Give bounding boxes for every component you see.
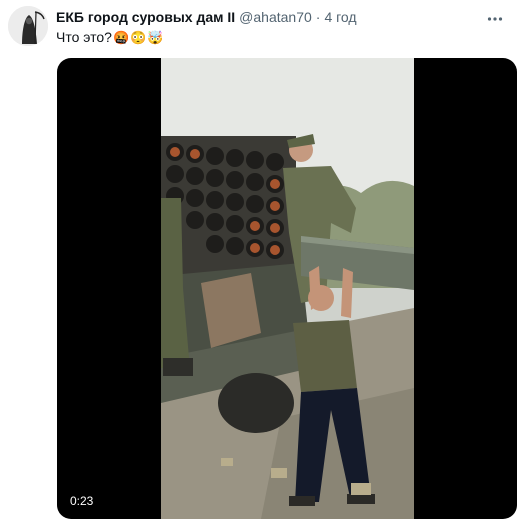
display-name[interactable]: ЕКБ город суровых дам II [56, 9, 235, 25]
emoji-angry: 🤬 [112, 29, 130, 45]
avatar[interactable] [8, 6, 48, 46]
emoji-exploding-head: 🤯 [147, 29, 164, 45]
video-duration: 0:23 [65, 493, 99, 509]
user-handle[interactable]: @ahatan70 [239, 9, 312, 25]
video-player[interactable]: 0:23 [57, 58, 517, 519]
separator-dot: · [315, 9, 321, 25]
tweet: ЕКБ город суровых дам II @ahatan70 · 4 г… [0, 0, 519, 529]
grim-reaper-avatar-icon [8, 6, 48, 46]
more-button[interactable] [485, 9, 505, 29]
tweet-text: Что это? 🤬 😳 🤯 [56, 29, 164, 45]
video-frame [161, 58, 414, 519]
tweet-header: ЕКБ город суровых дам II @ahatan70 · 4 г… [56, 9, 479, 27]
timestamp[interactable]: 4 год [324, 9, 356, 25]
more-icon [487, 17, 503, 21]
emoji-flushed: 😳 [130, 29, 147, 45]
tweet-text-content: Что это? [56, 29, 112, 45]
